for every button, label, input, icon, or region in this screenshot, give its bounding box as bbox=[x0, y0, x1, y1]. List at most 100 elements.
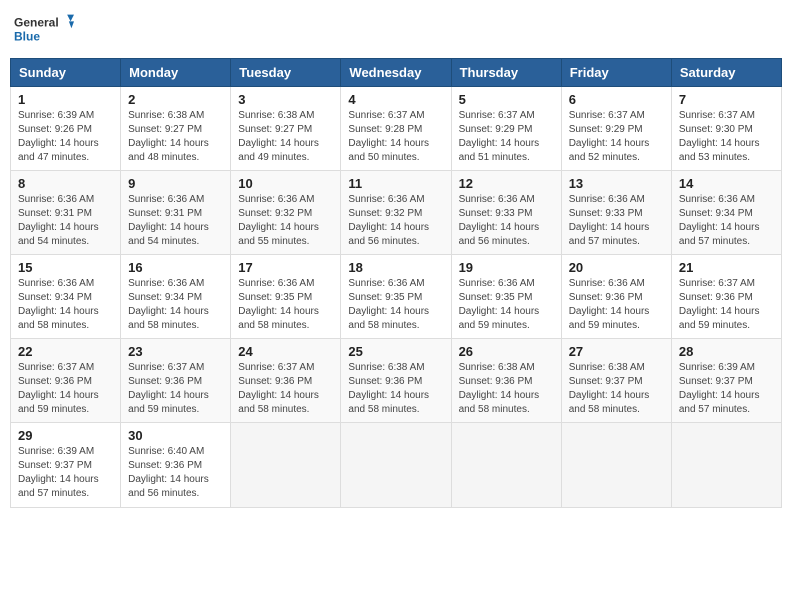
calendar-cell: 11 Sunrise: 6:36 AM Sunset: 9:32 PM Dayl… bbox=[341, 171, 451, 255]
day-info: Sunrise: 6:37 AM Sunset: 9:36 PM Dayligh… bbox=[679, 277, 774, 333]
calendar-cell bbox=[561, 423, 671, 508]
day-number: 15 bbox=[18, 260, 113, 275]
day-info: Sunrise: 6:38 AM Sunset: 9:27 PM Dayligh… bbox=[238, 109, 333, 165]
weekday-header-tuesday: Tuesday bbox=[231, 59, 341, 87]
day-info: Sunrise: 6:39 AM Sunset: 9:37 PM Dayligh… bbox=[679, 361, 774, 417]
day-number: 17 bbox=[238, 260, 333, 275]
day-info: Sunrise: 6:37 AM Sunset: 9:29 PM Dayligh… bbox=[569, 109, 664, 165]
day-info: Sunrise: 6:37 AM Sunset: 9:36 PM Dayligh… bbox=[238, 361, 333, 417]
calendar-cell: 21 Sunrise: 6:37 AM Sunset: 9:36 PM Dayl… bbox=[671, 255, 781, 339]
calendar-cell bbox=[671, 423, 781, 508]
day-number: 13 bbox=[569, 176, 664, 191]
day-info: Sunrise: 6:40 AM Sunset: 9:36 PM Dayligh… bbox=[128, 445, 223, 501]
calendar-cell: 18 Sunrise: 6:36 AM Sunset: 9:35 PM Dayl… bbox=[341, 255, 451, 339]
calendar-cell: 3 Sunrise: 6:38 AM Sunset: 9:27 PM Dayli… bbox=[231, 87, 341, 171]
day-info: Sunrise: 6:36 AM Sunset: 9:34 PM Dayligh… bbox=[679, 193, 774, 249]
day-number: 21 bbox=[679, 260, 774, 275]
day-info: Sunrise: 6:36 AM Sunset: 9:35 PM Dayligh… bbox=[459, 277, 554, 333]
day-info: Sunrise: 6:39 AM Sunset: 9:26 PM Dayligh… bbox=[18, 109, 113, 165]
calendar-cell: 10 Sunrise: 6:36 AM Sunset: 9:32 PM Dayl… bbox=[231, 171, 341, 255]
logo-svg: General Blue bbox=[14, 10, 74, 50]
day-number: 26 bbox=[459, 344, 554, 359]
calendar-cell: 20 Sunrise: 6:36 AM Sunset: 9:36 PM Dayl… bbox=[561, 255, 671, 339]
calendar-cell: 7 Sunrise: 6:37 AM Sunset: 9:30 PM Dayli… bbox=[671, 87, 781, 171]
day-number: 12 bbox=[459, 176, 554, 191]
weekday-header-wednesday: Wednesday bbox=[341, 59, 451, 87]
day-number: 2 bbox=[128, 92, 223, 107]
calendar-cell: 9 Sunrise: 6:36 AM Sunset: 9:31 PM Dayli… bbox=[121, 171, 231, 255]
weekday-header-thursday: Thursday bbox=[451, 59, 561, 87]
svg-text:Blue: Blue bbox=[14, 29, 40, 43]
day-info: Sunrise: 6:36 AM Sunset: 9:34 PM Dayligh… bbox=[128, 277, 223, 333]
day-number: 22 bbox=[18, 344, 113, 359]
day-info: Sunrise: 6:36 AM Sunset: 9:31 PM Dayligh… bbox=[128, 193, 223, 249]
day-number: 5 bbox=[459, 92, 554, 107]
weekday-header-row: SundayMondayTuesdayWednesdayThursdayFrid… bbox=[11, 59, 782, 87]
day-info: Sunrise: 6:36 AM Sunset: 9:33 PM Dayligh… bbox=[569, 193, 664, 249]
day-number: 23 bbox=[128, 344, 223, 359]
weekday-header-sunday: Sunday bbox=[11, 59, 121, 87]
calendar-cell: 22 Sunrise: 6:37 AM Sunset: 9:36 PM Dayl… bbox=[11, 339, 121, 423]
day-number: 9 bbox=[128, 176, 223, 191]
calendar-cell: 24 Sunrise: 6:37 AM Sunset: 9:36 PM Dayl… bbox=[231, 339, 341, 423]
calendar-cell: 4 Sunrise: 6:37 AM Sunset: 9:28 PM Dayli… bbox=[341, 87, 451, 171]
day-info: Sunrise: 6:37 AM Sunset: 9:28 PM Dayligh… bbox=[348, 109, 443, 165]
day-number: 19 bbox=[459, 260, 554, 275]
weekday-header-saturday: Saturday bbox=[671, 59, 781, 87]
calendar-cell: 30 Sunrise: 6:40 AM Sunset: 9:36 PM Dayl… bbox=[121, 423, 231, 508]
day-number: 28 bbox=[679, 344, 774, 359]
day-info: Sunrise: 6:38 AM Sunset: 9:36 PM Dayligh… bbox=[348, 361, 443, 417]
day-number: 20 bbox=[569, 260, 664, 275]
calendar-cell: 14 Sunrise: 6:36 AM Sunset: 9:34 PM Dayl… bbox=[671, 171, 781, 255]
calendar-cell: 13 Sunrise: 6:36 AM Sunset: 9:33 PM Dayl… bbox=[561, 171, 671, 255]
calendar-cell: 2 Sunrise: 6:38 AM Sunset: 9:27 PM Dayli… bbox=[121, 87, 231, 171]
calendar-cell: 1 Sunrise: 6:39 AM Sunset: 9:26 PM Dayli… bbox=[11, 87, 121, 171]
calendar-cell bbox=[231, 423, 341, 508]
day-number: 6 bbox=[569, 92, 664, 107]
day-number: 14 bbox=[679, 176, 774, 191]
day-info: Sunrise: 6:37 AM Sunset: 9:30 PM Dayligh… bbox=[679, 109, 774, 165]
calendar-cell: 15 Sunrise: 6:36 AM Sunset: 9:34 PM Dayl… bbox=[11, 255, 121, 339]
day-info: Sunrise: 6:36 AM Sunset: 9:32 PM Dayligh… bbox=[348, 193, 443, 249]
calendar-cell: 27 Sunrise: 6:38 AM Sunset: 9:37 PM Dayl… bbox=[561, 339, 671, 423]
weekday-header-friday: Friday bbox=[561, 59, 671, 87]
calendar-cell bbox=[451, 423, 561, 508]
calendar-cell: 8 Sunrise: 6:36 AM Sunset: 9:31 PM Dayli… bbox=[11, 171, 121, 255]
day-number: 18 bbox=[348, 260, 443, 275]
calendar-cell bbox=[341, 423, 451, 508]
calendar-cell: 19 Sunrise: 6:36 AM Sunset: 9:35 PM Dayl… bbox=[451, 255, 561, 339]
day-number: 11 bbox=[348, 176, 443, 191]
calendar-table: SundayMondayTuesdayWednesdayThursdayFrid… bbox=[10, 58, 782, 508]
weekday-header-monday: Monday bbox=[121, 59, 231, 87]
calendar-cell: 28 Sunrise: 6:39 AM Sunset: 9:37 PM Dayl… bbox=[671, 339, 781, 423]
svg-text:General: General bbox=[14, 16, 59, 30]
calendar-cell: 5 Sunrise: 6:37 AM Sunset: 9:29 PM Dayli… bbox=[451, 87, 561, 171]
day-info: Sunrise: 6:38 AM Sunset: 9:36 PM Dayligh… bbox=[459, 361, 554, 417]
day-number: 7 bbox=[679, 92, 774, 107]
day-number: 27 bbox=[569, 344, 664, 359]
calendar-cell: 17 Sunrise: 6:36 AM Sunset: 9:35 PM Dayl… bbox=[231, 255, 341, 339]
day-number: 4 bbox=[348, 92, 443, 107]
calendar-cell: 29 Sunrise: 6:39 AM Sunset: 9:37 PM Dayl… bbox=[11, 423, 121, 508]
day-number: 16 bbox=[128, 260, 223, 275]
day-number: 10 bbox=[238, 176, 333, 191]
day-info: Sunrise: 6:38 AM Sunset: 9:37 PM Dayligh… bbox=[569, 361, 664, 417]
page-header: General Blue bbox=[10, 10, 782, 50]
day-info: Sunrise: 6:37 AM Sunset: 9:36 PM Dayligh… bbox=[128, 361, 223, 417]
calendar-cell: 26 Sunrise: 6:38 AM Sunset: 9:36 PM Dayl… bbox=[451, 339, 561, 423]
day-number: 3 bbox=[238, 92, 333, 107]
day-info: Sunrise: 6:37 AM Sunset: 9:29 PM Dayligh… bbox=[459, 109, 554, 165]
day-info: Sunrise: 6:36 AM Sunset: 9:35 PM Dayligh… bbox=[348, 277, 443, 333]
day-info: Sunrise: 6:36 AM Sunset: 9:35 PM Dayligh… bbox=[238, 277, 333, 333]
day-number: 29 bbox=[18, 428, 113, 443]
calendar-cell: 6 Sunrise: 6:37 AM Sunset: 9:29 PM Dayli… bbox=[561, 87, 671, 171]
day-info: Sunrise: 6:36 AM Sunset: 9:34 PM Dayligh… bbox=[18, 277, 113, 333]
calendar-cell: 16 Sunrise: 6:36 AM Sunset: 9:34 PM Dayl… bbox=[121, 255, 231, 339]
day-number: 25 bbox=[348, 344, 443, 359]
day-info: Sunrise: 6:36 AM Sunset: 9:36 PM Dayligh… bbox=[569, 277, 664, 333]
day-number: 30 bbox=[128, 428, 223, 443]
day-number: 8 bbox=[18, 176, 113, 191]
day-info: Sunrise: 6:36 AM Sunset: 9:33 PM Dayligh… bbox=[459, 193, 554, 249]
day-info: Sunrise: 6:37 AM Sunset: 9:36 PM Dayligh… bbox=[18, 361, 113, 417]
logo: General Blue bbox=[14, 10, 74, 50]
